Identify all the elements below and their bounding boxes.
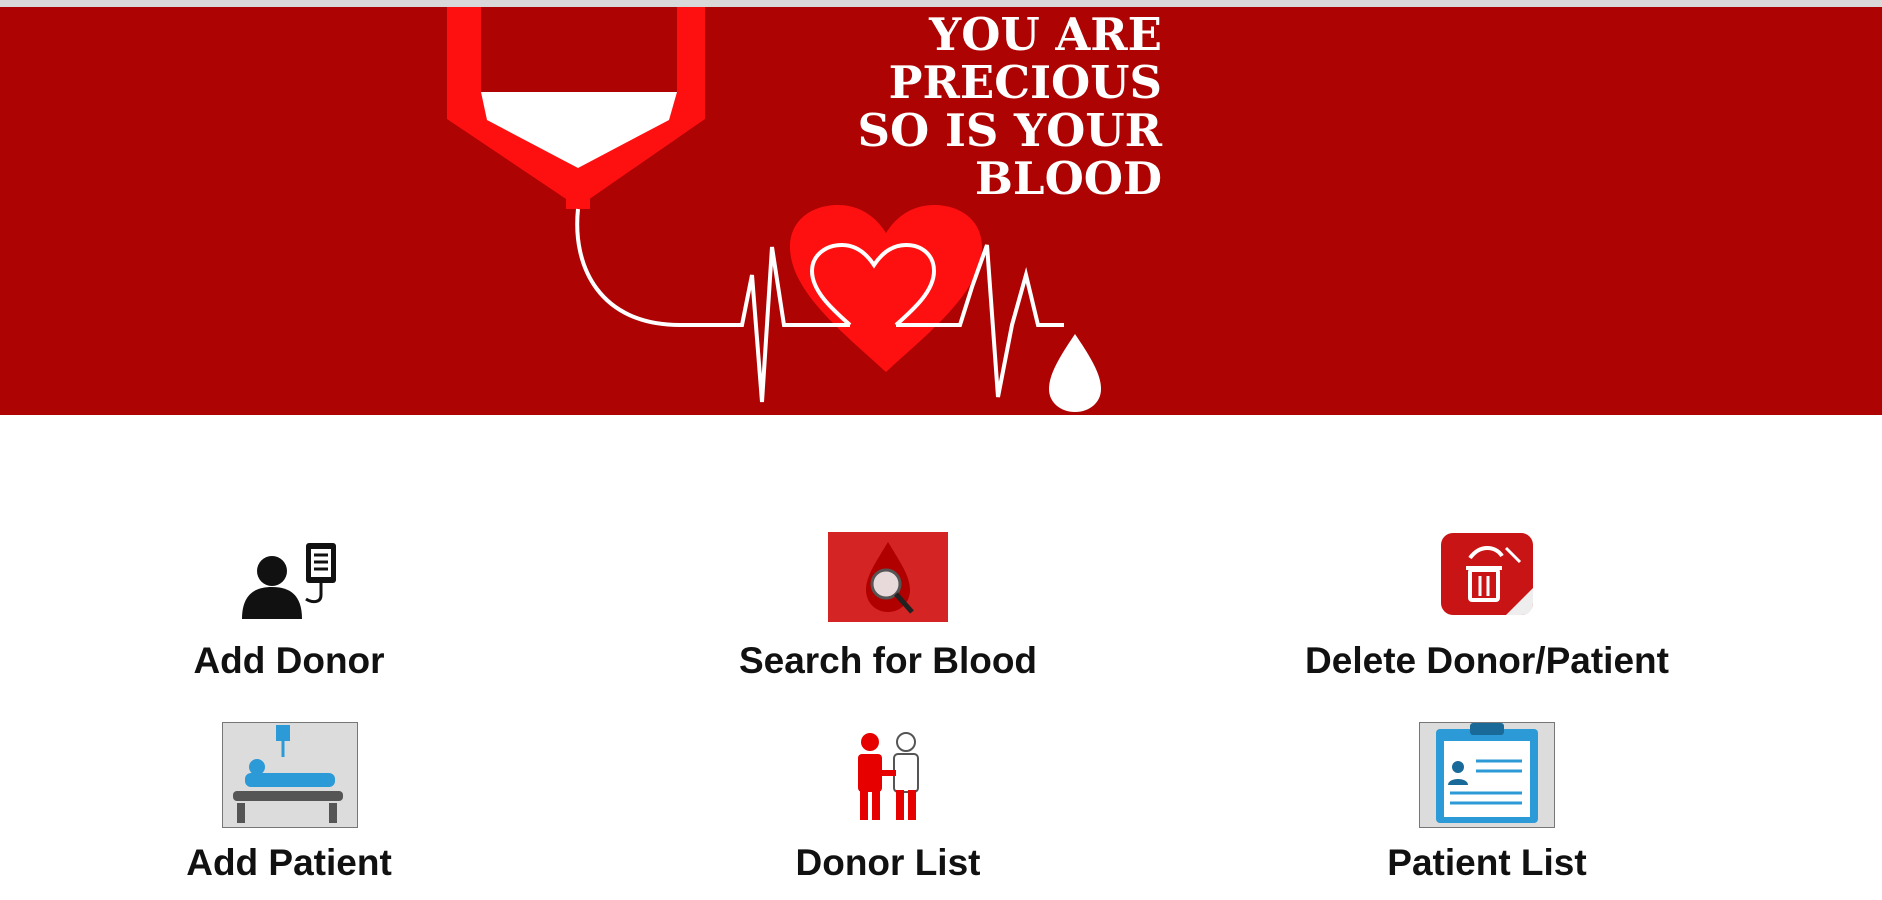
- search-blood-tile[interactable]: Search for Blood: [588, 530, 1188, 690]
- patient-list-tile[interactable]: Patient List: [1187, 720, 1787, 900]
- banner-slogan: YOU ARE PRECIOUS SO IS YOUR BLOOD: [700, 11, 1162, 203]
- top-border: [0, 0, 1882, 7]
- delete-donor-patient-tile[interactable]: Delete Donor/Patient: [1187, 530, 1787, 690]
- slogan-line: YOU ARE: [929, 8, 1162, 61]
- search-blood-label[interactable]: Search for Blood: [588, 640, 1188, 682]
- add-patient-label[interactable]: Add Patient: [0, 842, 589, 884]
- hero-banner: YOU ARE PRECIOUS SO IS YOUR BLOOD: [0, 7, 1882, 415]
- patient-bed-icon[interactable]: [222, 722, 358, 828]
- donor-icon[interactable]: [232, 537, 344, 621]
- patient-list-label[interactable]: Patient List: [1187, 842, 1787, 884]
- clipboard-list-icon[interactable]: [1419, 722, 1555, 828]
- donor-list-tile[interactable]: Donor List: [588, 720, 1188, 900]
- slogan-line: SO IS YOUR: [857, 104, 1162, 157]
- blood-search-icon[interactable]: [828, 532, 948, 622]
- trash-icon[interactable]: [1440, 532, 1534, 616]
- add-patient-tile[interactable]: Add Patient: [0, 720, 589, 900]
- add-donor-label[interactable]: Add Donor: [0, 640, 589, 682]
- add-donor-tile[interactable]: Add Donor: [0, 530, 589, 690]
- donor-list-label[interactable]: Donor List: [588, 842, 1188, 884]
- delete-donor-patient-label[interactable]: Delete Donor/Patient: [1187, 640, 1787, 682]
- slogan-line: PRECIOUS: [888, 56, 1162, 109]
- slogan-line: BLOOD: [974, 152, 1162, 205]
- donors-pair-icon[interactable]: [843, 730, 933, 822]
